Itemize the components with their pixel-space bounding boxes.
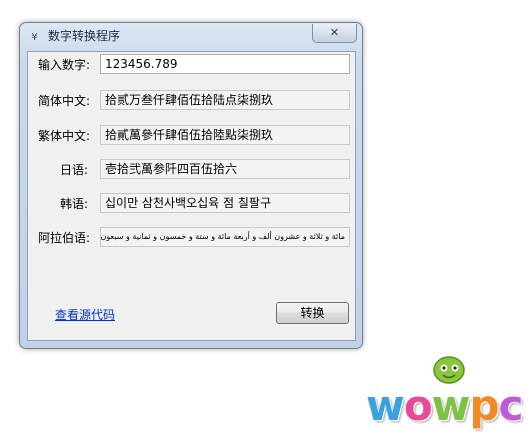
convert-button[interactable]: 转换: [276, 302, 349, 324]
yen-icon: ¥: [31, 32, 38, 43]
logo-letter: o: [403, 381, 433, 430]
traditional-label: 繁体中文:: [38, 129, 91, 143]
screenshot-stage: ¥ 数字转换程序 ✕ 输入数字: 简体中文: 拾贰万叁仟肆佰伍拾陆点柒捌玖 繁体…: [0, 0, 530, 435]
japanese-label: 日语:: [60, 163, 89, 177]
japanese-output: 壱拾弐萬参阡四百伍拾六: [100, 159, 350, 179]
korean-label: 韩语:: [60, 197, 89, 211]
simplified-output: 拾贰万叁仟肆佰伍拾陆点柒捌玖: [100, 90, 350, 110]
number-input[interactable]: [100, 54, 350, 74]
window-title: 数字转换程序: [48, 29, 121, 43]
title-bar[interactable]: ¥ 数字转换程序 ✕: [20, 23, 362, 49]
wowpc-logo: wowpc: [366, 354, 526, 430]
simplified-label: 简体中文:: [38, 94, 91, 108]
view-source-link[interactable]: 查看源代码: [55, 306, 115, 323]
close-icon: ✕: [329, 26, 340, 39]
close-button[interactable]: ✕: [312, 24, 357, 43]
wowpc-wordmark: wowpc: [366, 381, 524, 430]
app-window: ¥ 数字转换程序 ✕ 输入数字: 简体中文: 拾贰万叁仟肆佰伍拾陆点柒捌玖 繁体…: [19, 22, 363, 349]
client-area: 输入数字: 简体中文: 拾贰万叁仟肆佰伍拾陆点柒捌玖 繁体中文: 拾貳萬參仟肆佰…: [27, 51, 356, 341]
logo-letter: w: [431, 381, 471, 430]
arabic-output: مائة و ثلاثة و عشرون ألف و أربعة مائة و …: [100, 227, 350, 247]
traditional-output: 拾貳萬參仟肆佰伍拾陸點柒捌玖: [100, 125, 350, 145]
logo-letter: c: [498, 381, 524, 430]
korean-output: 십이만 삼천사백오십육 점 칠팔구: [100, 193, 350, 213]
arabic-label: 阿拉伯语:: [38, 231, 91, 245]
logo-letter: w: [366, 381, 405, 430]
input-label: 输入数字:: [38, 58, 91, 72]
logo-letter: p: [469, 381, 499, 430]
